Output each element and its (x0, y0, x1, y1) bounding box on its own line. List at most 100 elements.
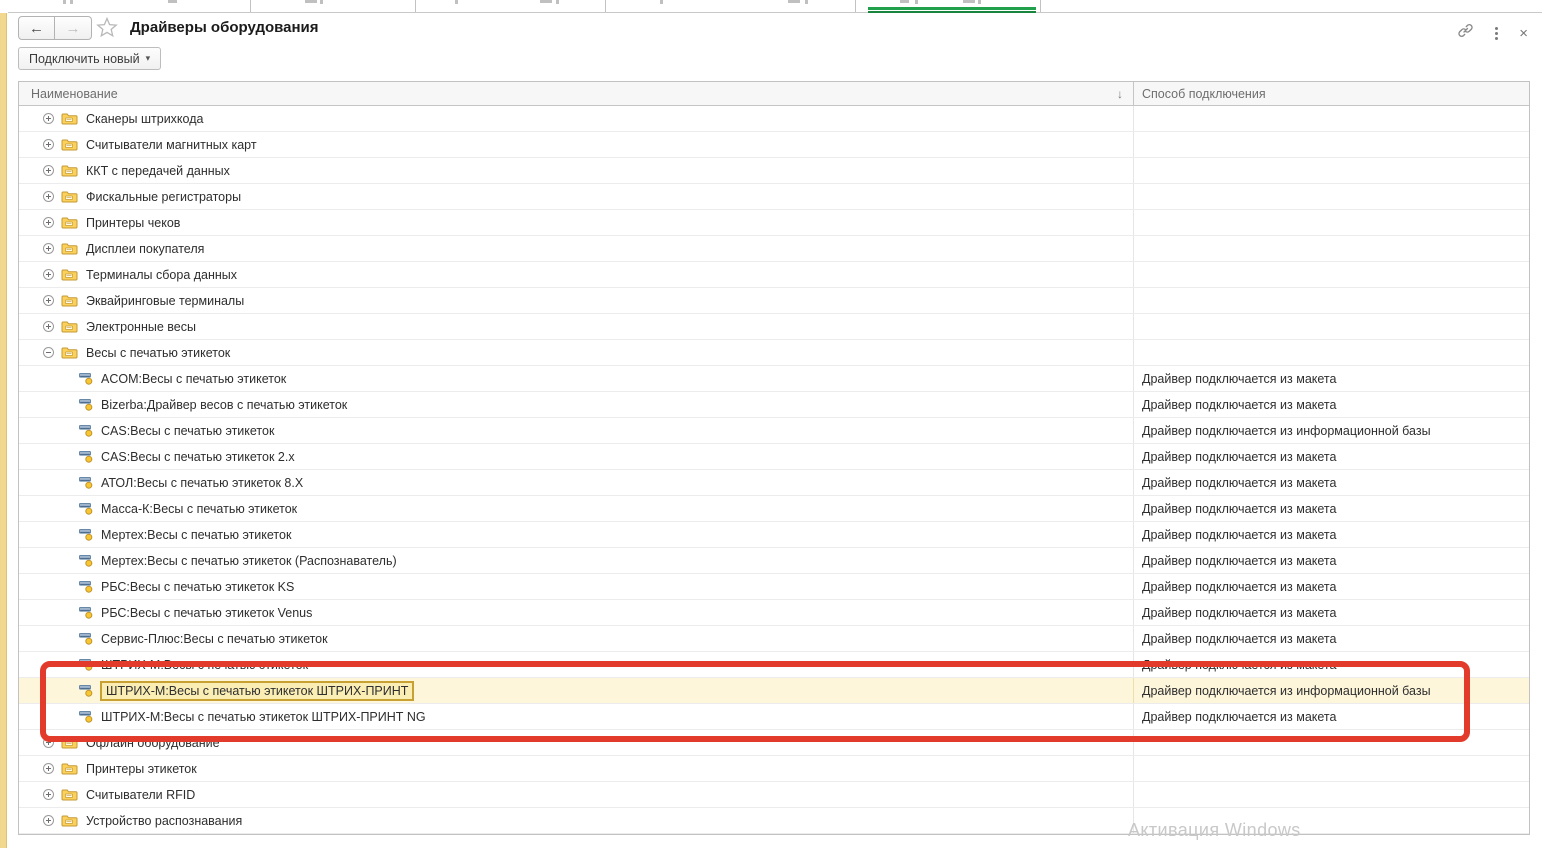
folder-icon (61, 112, 78, 125)
expand-toggle-icon[interactable] (43, 321, 54, 332)
row-label: Сервис-Плюс:Весы с печатью этикеток (101, 632, 328, 646)
method-cell (1133, 756, 1529, 781)
expand-toggle-icon[interactable] (43, 269, 54, 280)
row-method: Драйвер подключается из макета (1142, 580, 1336, 594)
expand-toggle-icon[interactable] (43, 763, 54, 774)
window-header: ← → Драйверы оборудования × (8, 13, 1542, 53)
name-cell: Мертех:Весы с печатью этикеток (19, 522, 1133, 547)
row-label: Устройство распознавания (86, 814, 242, 828)
folder-icon (61, 268, 78, 281)
connect-new-button[interactable]: Подключить новый ▾ (18, 47, 161, 70)
expand-toggle-icon[interactable] (43, 217, 54, 228)
expand-toggle-icon[interactable] (43, 165, 54, 176)
driver-icon (79, 658, 94, 671)
forward-button[interactable]: → (55, 16, 92, 40)
table-row[interactable]: Считыватели RFID (19, 782, 1529, 808)
name-cell: Принтеры чеков (19, 210, 1133, 235)
table-row[interactable]: Терминалы сбора данных (19, 262, 1529, 288)
expand-toggle-icon[interactable] (43, 295, 54, 306)
table-row[interactable]: Считыватели магнитных карт (19, 132, 1529, 158)
expand-toggle-icon[interactable] (43, 191, 54, 202)
method-cell (1133, 158, 1529, 183)
row-label: ACOM:Весы с печатью этикеток (101, 372, 286, 386)
table-row[interactable]: Эквайринговые терминалы (19, 288, 1529, 314)
more-menu-icon[interactable] (1495, 27, 1498, 40)
column-header-method[interactable]: Способ подключения (1133, 82, 1529, 105)
table-row[interactable]: CAS:Весы с печатью этикеток 2.x Драйвер … (19, 444, 1529, 470)
row-label: Электронные весы (86, 320, 196, 334)
row-label: Принтеры чеков (86, 216, 180, 230)
folder-icon (61, 164, 78, 177)
left-panel-edge (0, 13, 7, 848)
row-method: Драйвер подключается из макета (1142, 632, 1336, 646)
table-row[interactable]: Bizerba:Драйвер весов с печатью этикеток… (19, 392, 1529, 418)
table-row[interactable]: ACOM:Весы с печатью этикеток Драйвер под… (19, 366, 1529, 392)
table-row[interactable]: ККТ с передачей данных (19, 158, 1529, 184)
folder-icon (61, 190, 78, 203)
name-cell: Bizerba:Драйвер весов с печатью этикеток (19, 392, 1133, 417)
table-row[interactable]: Мертех:Весы с печатью этикеток (Распозна… (19, 548, 1529, 574)
table-row[interactable]: Сканеры штрихкода (19, 106, 1529, 132)
row-label: Мертех:Весы с печатью этикеток (101, 528, 291, 542)
table-row[interactable]: ШТРИХ-М:Весы с печатью этикеток Драйвер … (19, 652, 1529, 678)
back-button[interactable]: ← (18, 16, 55, 40)
row-label: РБС:Весы с печатью этикеток Venus (101, 606, 312, 620)
table-row[interactable]: ШТРИХ-М:Весы с печатью этикеток ШТРИХ-ПР… (19, 678, 1529, 704)
favorite-star-icon[interactable] (96, 17, 118, 43)
name-cell: ШТРИХ-М:Весы с печатью этикеток ШТРИХ-ПР… (19, 704, 1133, 729)
history-nav: ← → (18, 16, 92, 40)
drivers-table: Наименование ↓ Способ подключения (18, 81, 1530, 835)
driver-icon (79, 606, 94, 619)
table-row[interactable]: ШТРИХ-М:Весы с печатью этикеток ШТРИХ-ПР… (19, 704, 1529, 730)
table-row[interactable]: Принтеры этикеток (19, 756, 1529, 782)
method-cell: Драйвер подключается из макета (1133, 574, 1529, 599)
expand-toggle-icon[interactable] (43, 139, 54, 150)
expand-toggle-icon[interactable] (43, 243, 54, 254)
name-cell: ACOM:Весы с печатью этикеток (19, 366, 1133, 391)
method-cell: Драйвер подключается из макета (1133, 470, 1529, 495)
driver-icon (79, 580, 94, 593)
table-row[interactable]: АТОЛ:Весы с печатью этикеток 8.X Драйвер… (19, 470, 1529, 496)
table-row[interactable]: Мертех:Весы с печатью этикеток Драйвер п… (19, 522, 1529, 548)
row-label: Фискальные регистраторы (86, 190, 241, 204)
row-method: Драйвер подключается из макета (1142, 476, 1336, 490)
expand-toggle-icon[interactable] (43, 347, 54, 358)
tab-divider (1040, 0, 1041, 12)
table-row[interactable]: Устройство распознавания (19, 808, 1529, 834)
column-header-name[interactable]: Наименование ↓ (19, 82, 1133, 105)
expand-toggle-icon[interactable] (43, 789, 54, 800)
method-cell: Драйвер подключается из макета (1133, 548, 1529, 573)
method-cell: Драйвер подключается из информационной б… (1133, 418, 1529, 443)
row-method: Драйвер подключается из информационной б… (1142, 684, 1431, 698)
row-method: Драйвер подключается из макета (1142, 710, 1336, 724)
folder-icon (61, 138, 78, 151)
table-row[interactable]: Электронные весы (19, 314, 1529, 340)
name-cell: Мертех:Весы с печатью этикеток (Распозна… (19, 548, 1133, 573)
row-method: Драйвер подключается из макета (1142, 554, 1336, 568)
method-cell: Драйвер подключается из макета (1133, 626, 1529, 651)
driver-icon (79, 476, 94, 489)
table-row[interactable]: Сервис-Плюс:Весы с печатью этикеток Драй… (19, 626, 1529, 652)
table-row[interactable]: Масса-К:Весы с печатью этикеток Драйвер … (19, 496, 1529, 522)
row-method: Драйвер подключается из макета (1142, 372, 1336, 386)
table-body: Сканеры штрихкода Считыватели магнитных … (19, 106, 1529, 834)
table-row[interactable]: CAS:Весы с печатью этикеток Драйвер подк… (19, 418, 1529, 444)
method-cell (1133, 236, 1529, 261)
expand-toggle-icon[interactable] (43, 113, 54, 124)
table-row[interactable]: Дисплеи покупателя (19, 236, 1529, 262)
link-icon[interactable] (1457, 22, 1474, 44)
connect-new-label: Подключить новый (29, 52, 140, 66)
method-cell: Драйвер подключается из макета (1133, 704, 1529, 729)
table-row[interactable]: РБС:Весы с печатью этикеток KS Драйвер п… (19, 574, 1529, 600)
table-row[interactable]: Принтеры чеков (19, 210, 1529, 236)
table-row[interactable]: РБС:Весы с печатью этикеток Venus Драйве… (19, 600, 1529, 626)
table-row[interactable]: Фискальные регистраторы (19, 184, 1529, 210)
close-icon[interactable]: × (1519, 26, 1528, 41)
table-row[interactable]: Весы с печатью этикеток (19, 340, 1529, 366)
row-label: CAS:Весы с печатью этикеток (101, 424, 274, 438)
expand-toggle-icon[interactable] (43, 737, 54, 748)
table-row[interactable]: Офлайн оборудование (19, 730, 1529, 756)
expand-toggle-icon[interactable] (43, 815, 54, 826)
folder-icon (61, 346, 78, 359)
method-cell: Драйвер подключается из макета (1133, 600, 1529, 625)
